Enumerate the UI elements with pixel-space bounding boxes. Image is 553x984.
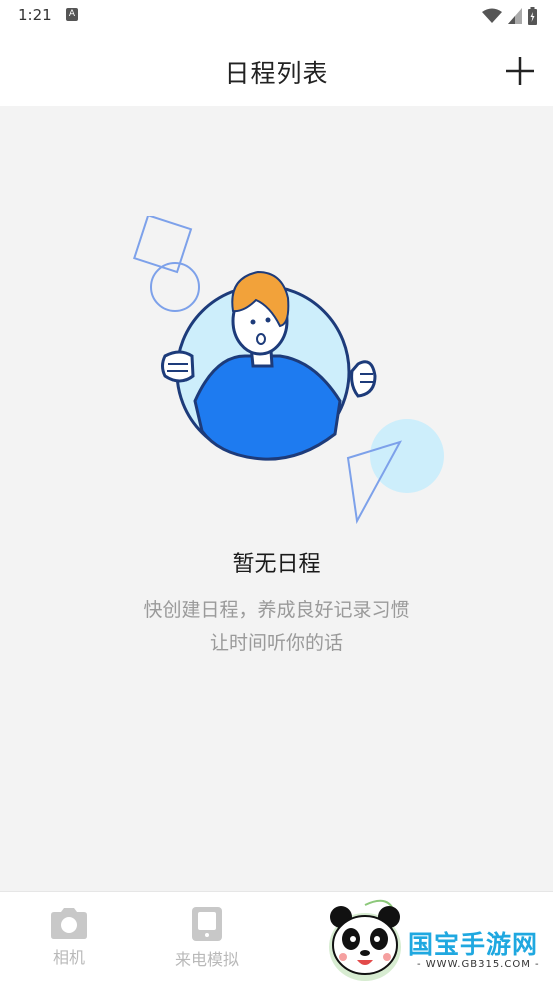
panda-logo-icon — [329, 899, 401, 981]
empty-state-title: 暂无日程 — [232, 552, 321, 577]
status-bar: 1:21 A — [0, 0, 553, 34]
app-bar: 日程列表 — [0, 34, 553, 106]
add-schedule-button[interactable] — [503, 54, 537, 88]
watermark-url: - WWW.GB315.COM - — [417, 959, 540, 970]
empty-schedule-illustration — [133, 216, 444, 525]
empty-state-description: 快创建日程，养成良好记录习惯 让时间听你的话 — [0, 594, 553, 660]
schedule-list-area: 暂无日程 快创建日程，养成良好记录习惯 让时间听你的话 — [0, 106, 553, 891]
status-icons — [482, 6, 537, 26]
notification-icon: A — [66, 8, 78, 21]
empty-state-description-line2: 让时间听你的话 — [209, 632, 343, 654]
page-title: 日程列表 — [224, 59, 329, 88]
plus-icon — [506, 57, 534, 85]
nav-item-call-simulator[interactable]: 来电模拟 — [152, 906, 262, 970]
status-time: 1:21 — [18, 6, 52, 24]
camera-icon — [51, 908, 87, 939]
nav-item-camera[interactable]: 相机 — [14, 906, 124, 968]
watermark-logo: 国宝手游网 - WWW.GB315.COM - — [305, 893, 553, 984]
nav-label-camera: 相机 — [52, 948, 85, 967]
watermark-text: 国宝手游网 — [408, 930, 539, 959]
empty-state-description-line1: 快创建日程，养成良好记录习惯 — [143, 599, 410, 621]
signal-icon — [508, 8, 522, 24]
wifi-icon — [482, 8, 502, 23]
phone-icon — [192, 907, 222, 941]
nav-label-call-simulator: 来电模拟 — [174, 950, 239, 969]
battery-icon — [528, 7, 537, 25]
